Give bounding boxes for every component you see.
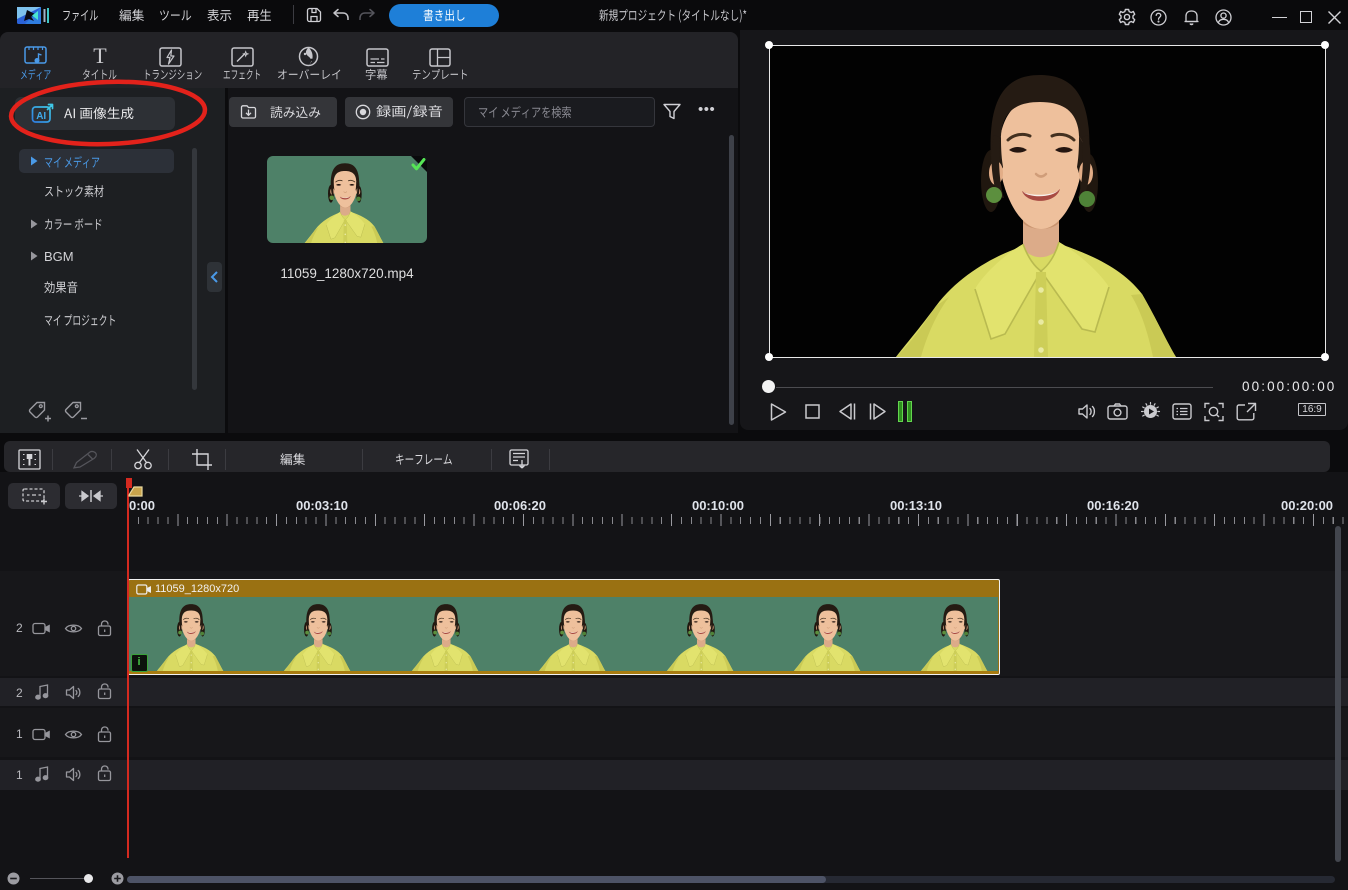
svg-text:AI: AI [36,111,46,122]
